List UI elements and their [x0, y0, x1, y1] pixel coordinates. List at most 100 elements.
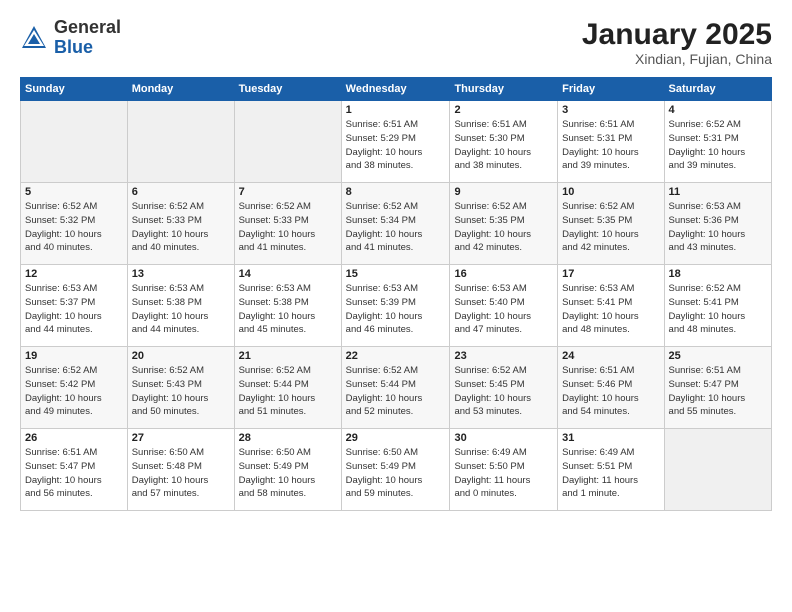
- table-row: 29 Sunrise: 6:50 AM Sunset: 5:49 PM Dayli…: [341, 429, 450, 511]
- day-number: 4: [669, 104, 767, 116]
- logo-text: General Blue: [54, 18, 121, 58]
- table-row: 2 Sunrise: 6:51 AM Sunset: 5:30 PM Daylig…: [450, 101, 558, 183]
- week-row-4: 19 Sunrise: 6:52 AM Sunset: 5:42 PM Dayli…: [21, 347, 772, 429]
- logo-icon: [20, 24, 48, 52]
- table-row: 24 Sunrise: 6:51 AM Sunset: 5:46 PM Dayli…: [558, 347, 664, 429]
- col-monday: Monday: [127, 78, 234, 101]
- week-row-1: 1 Sunrise: 6:51 AM Sunset: 5:29 PM Daylig…: [21, 101, 772, 183]
- day-info: Sunrise: 6:50 AM Sunset: 5:49 PM Dayligh…: [239, 446, 337, 501]
- table-row: 6 Sunrise: 6:52 AM Sunset: 5:33 PM Daylig…: [127, 183, 234, 265]
- col-wednesday: Wednesday: [341, 78, 450, 101]
- day-number: 20: [132, 350, 230, 362]
- table-row: 15 Sunrise: 6:53 AM Sunset: 5:39 PM Dayli…: [341, 265, 450, 347]
- day-number: 27: [132, 432, 230, 444]
- table-row: 26Sunrise: 6:51 AM Sunset: 5:47 PM Dayli…: [21, 429, 128, 511]
- table-row: 16 Sunrise: 6:53 AM Sunset: 5:40 PM Dayli…: [450, 265, 558, 347]
- day-number: 15: [346, 268, 446, 280]
- table-row: 25Sunrise: 6:51 AM Sunset: 5:47 PM Dayli…: [664, 347, 771, 429]
- table-row: 28 Sunrise: 6:50 AM Sunset: 5:49 PM Dayli…: [234, 429, 341, 511]
- day-info: Sunrise: 6:52 AM Sunset: 5:44 PM Dayligh…: [239, 364, 337, 419]
- day-info: Sunrise: 6:50 AM Sunset: 5:49 PM Dayligh…: [346, 446, 446, 501]
- day-info: Sunrise: 6:52 AM Sunset: 5:33 PM Dayligh…: [239, 200, 337, 255]
- table-row: 27Sunrise: 6:50 AM Sunset: 5:48 PM Dayli…: [127, 429, 234, 511]
- day-info: Sunrise: 6:52 AM Sunset: 5:33 PM Dayligh…: [132, 200, 230, 255]
- col-tuesday: Tuesday: [234, 78, 341, 101]
- table-row: 18 Sunrise: 6:52 AM Sunset: 5:41 PM Dayli…: [664, 265, 771, 347]
- col-thursday: Thursday: [450, 78, 558, 101]
- day-number: 14: [239, 268, 337, 280]
- day-info: Sunrise: 6:49 AM Sunset: 5:51 PM Dayligh…: [562, 446, 659, 501]
- table-row: 20 Sunrise: 6:52 AM Sunset: 5:43 PM Dayli…: [127, 347, 234, 429]
- table-row: 19 Sunrise: 6:52 AM Sunset: 5:42 PM Dayli…: [21, 347, 128, 429]
- day-info: Sunrise: 6:52 AM Sunset: 5:45 PM Dayligh…: [454, 364, 553, 419]
- day-number: 10: [562, 186, 659, 198]
- day-number: 24: [562, 350, 659, 362]
- day-number: 5: [25, 186, 123, 198]
- table-row: 30 Sunrise: 6:49 AM Sunset: 5:50 PM Dayli…: [450, 429, 558, 511]
- day-number: 1: [346, 104, 446, 116]
- table-row: 9Sunrise: 6:52 AM Sunset: 5:35 PM Daylig…: [450, 183, 558, 265]
- day-info: Sunrise: 6:53 AM Sunset: 5:37 PM Dayligh…: [25, 282, 123, 337]
- title-block: January 2025 Xindian, Fujian, China: [582, 18, 772, 67]
- table-row: 12Sunrise: 6:53 AM Sunset: 5:37 PM Dayli…: [21, 265, 128, 347]
- day-number: 17: [562, 268, 659, 280]
- day-info: Sunrise: 6:52 AM Sunset: 5:35 PM Dayligh…: [454, 200, 553, 255]
- table-row: 22Sunrise: 6:52 AM Sunset: 5:44 PM Dayli…: [341, 347, 450, 429]
- day-number: 29: [346, 432, 446, 444]
- day-number: 26: [25, 432, 123, 444]
- day-info: Sunrise: 6:51 AM Sunset: 5:46 PM Dayligh…: [562, 364, 659, 419]
- day-info: Sunrise: 6:51 AM Sunset: 5:29 PM Dayligh…: [346, 118, 446, 173]
- day-number: 11: [669, 186, 767, 198]
- day-info: Sunrise: 6:53 AM Sunset: 5:38 PM Dayligh…: [132, 282, 230, 337]
- day-number: 31: [562, 432, 659, 444]
- table-row: 13 Sunrise: 6:53 AM Sunset: 5:38 PM Dayli…: [127, 265, 234, 347]
- day-info: Sunrise: 6:49 AM Sunset: 5:50 PM Dayligh…: [454, 446, 553, 501]
- day-number: 18: [669, 268, 767, 280]
- table-row: 10 Sunrise: 6:52 AM Sunset: 5:35 PM Dayli…: [558, 183, 664, 265]
- col-saturday: Saturday: [664, 78, 771, 101]
- logo: General Blue: [20, 18, 121, 58]
- day-info: Sunrise: 6:52 AM Sunset: 5:42 PM Dayligh…: [25, 364, 123, 419]
- table-row: 17 Sunrise: 6:53 AM Sunset: 5:41 PM Dayli…: [558, 265, 664, 347]
- day-info: Sunrise: 6:52 AM Sunset: 5:44 PM Dayligh…: [346, 364, 446, 419]
- table-row: 7 Sunrise: 6:52 AM Sunset: 5:33 PM Daylig…: [234, 183, 341, 265]
- day-number: 28: [239, 432, 337, 444]
- day-info: Sunrise: 6:52 AM Sunset: 5:32 PM Dayligh…: [25, 200, 123, 255]
- day-info: Sunrise: 6:53 AM Sunset: 5:36 PM Dayligh…: [669, 200, 767, 255]
- calendar-table: Sunday Monday Tuesday Wednesday Thursday…: [20, 77, 772, 511]
- day-number: 6: [132, 186, 230, 198]
- col-friday: Friday: [558, 78, 664, 101]
- col-sunday: Sunday: [21, 78, 128, 101]
- day-info: Sunrise: 6:51 AM Sunset: 5:30 PM Dayligh…: [454, 118, 553, 173]
- table-row: 21Sunrise: 6:52 AM Sunset: 5:44 PM Dayli…: [234, 347, 341, 429]
- day-number: 8: [346, 186, 446, 198]
- day-info: Sunrise: 6:51 AM Sunset: 5:47 PM Dayligh…: [669, 364, 767, 419]
- day-info: Sunrise: 6:51 AM Sunset: 5:31 PM Dayligh…: [562, 118, 659, 173]
- week-row-3: 12Sunrise: 6:53 AM Sunset: 5:37 PM Dayli…: [21, 265, 772, 347]
- day-info: Sunrise: 6:52 AM Sunset: 5:31 PM Dayligh…: [669, 118, 767, 173]
- table-row: [21, 101, 128, 183]
- table-row: 11 Sunrise: 6:53 AM Sunset: 5:36 PM Dayli…: [664, 183, 771, 265]
- day-info: Sunrise: 6:53 AM Sunset: 5:41 PM Dayligh…: [562, 282, 659, 337]
- day-number: 19: [25, 350, 123, 362]
- day-info: Sunrise: 6:52 AM Sunset: 5:43 PM Dayligh…: [132, 364, 230, 419]
- day-number: 30: [454, 432, 553, 444]
- table-row: 4 Sunrise: 6:52 AM Sunset: 5:31 PM Daylig…: [664, 101, 771, 183]
- day-info: Sunrise: 6:52 AM Sunset: 5:34 PM Dayligh…: [346, 200, 446, 255]
- table-row: 8 Sunrise: 6:52 AM Sunset: 5:34 PM Daylig…: [341, 183, 450, 265]
- location-subtitle: Xindian, Fujian, China: [582, 51, 772, 67]
- day-info: Sunrise: 6:53 AM Sunset: 5:40 PM Dayligh…: [454, 282, 553, 337]
- day-number: 23: [454, 350, 553, 362]
- page-header: General Blue January 2025 Xindian, Fujia…: [20, 18, 772, 67]
- day-info: Sunrise: 6:53 AM Sunset: 5:39 PM Dayligh…: [346, 282, 446, 337]
- day-info: Sunrise: 6:52 AM Sunset: 5:41 PM Dayligh…: [669, 282, 767, 337]
- day-number: 2: [454, 104, 553, 116]
- week-row-5: 26Sunrise: 6:51 AM Sunset: 5:47 PM Dayli…: [21, 429, 772, 511]
- table-row: 1 Sunrise: 6:51 AM Sunset: 5:29 PM Daylig…: [341, 101, 450, 183]
- day-info: Sunrise: 6:53 AM Sunset: 5:38 PM Dayligh…: [239, 282, 337, 337]
- calendar-header-row: Sunday Monday Tuesday Wednesday Thursday…: [21, 78, 772, 101]
- day-number: 13: [132, 268, 230, 280]
- day-number: 16: [454, 268, 553, 280]
- day-number: 7: [239, 186, 337, 198]
- day-info: Sunrise: 6:52 AM Sunset: 5:35 PM Dayligh…: [562, 200, 659, 255]
